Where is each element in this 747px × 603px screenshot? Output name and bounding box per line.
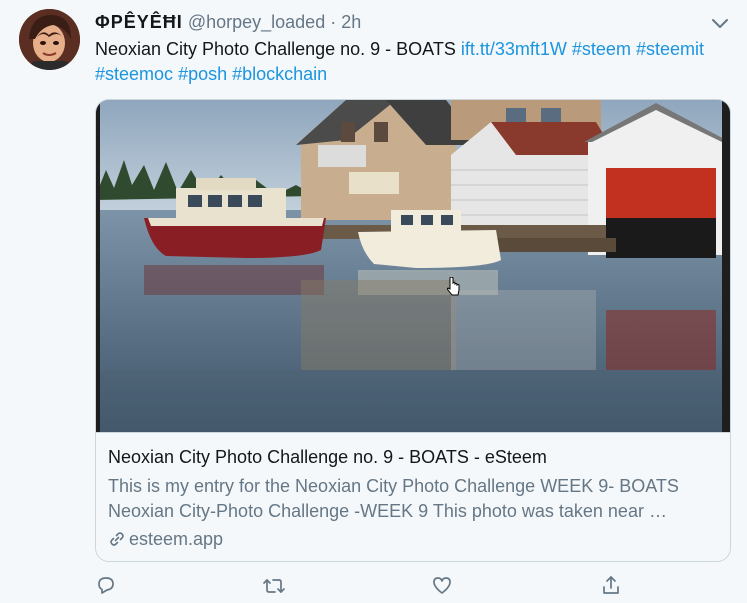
tweet-header: ΦPÊΥÊĦI @horpey_loaded · 2h <box>95 10 361 34</box>
heart-icon[interactable] <box>431 574 455 598</box>
tweet-actions <box>95 572 655 600</box>
hashtag-steemit[interactable]: #steemit <box>636 39 704 59</box>
card-title[interactable]: Neoxian City Photo Challenge no. 9 - BOA… <box>108 445 547 469</box>
card-domain-text: esteem.app <box>129 529 224 549</box>
tweet-timestamp[interactable]: 2h <box>341 12 361 32</box>
card-meta[interactable]: Neoxian City Photo Challenge no. 9 - BOA… <box>96 432 730 561</box>
author-name[interactable]: ΦPÊΥÊĦI <box>95 12 183 32</box>
card-description: This is my entry for the Neoxian City Ph… <box>108 476 679 521</box>
cursor-icon <box>447 277 460 296</box>
tweet[interactable]: ΦPÊΥÊĦI @horpey_loaded · 2h Neoxian City… <box>0 0 747 600</box>
link-card[interactable]: Neoxian City Photo Challenge no. 9 - BOA… <box>95 99 731 562</box>
hashtag-steemoc[interactable]: #steemoc <box>95 64 173 84</box>
tweet-text: Neoxian City Photo Challenge no. 9 - BOA… <box>95 37 735 87</box>
retweet-icon[interactable] <box>262 574 286 598</box>
card-image[interactable] <box>96 100 730 432</box>
hashtag-blockchain[interactable]: #blockchain <box>232 64 327 84</box>
reply-icon[interactable] <box>95 574 119 598</box>
author-handle[interactable]: @horpey_loaded <box>188 12 325 32</box>
card-domain: esteem.app <box>108 527 223 551</box>
share-icon[interactable] <box>600 574 624 598</box>
hashtag-steem[interactable]: #steem <box>572 39 631 59</box>
link-icon <box>110 532 124 546</box>
hashtag-posh[interactable]: #posh <box>178 64 227 84</box>
avatar[interactable] <box>19 9 80 70</box>
tweet-text-plain: Neoxian City Photo Challenge no. 9 - BOA… <box>95 39 461 59</box>
chevron-down-icon[interactable] <box>709 12 731 34</box>
tweet-link[interactable]: ift.tt/33mft1W <box>461 39 567 59</box>
separator-dot: · <box>330 12 337 32</box>
